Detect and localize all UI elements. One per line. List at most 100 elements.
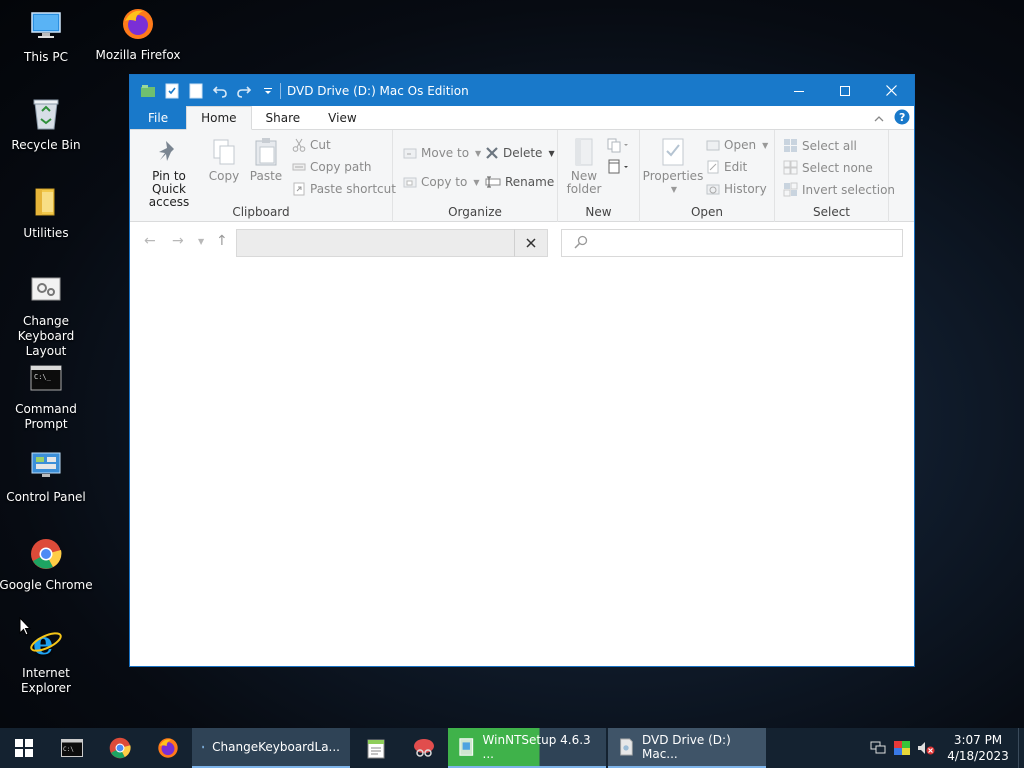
- minimize-button[interactable]: [776, 75, 822, 106]
- copy-path-button[interactable]: Copy path: [292, 160, 372, 174]
- desktop-icon-google-chrome[interactable]: Google Chrome: [0, 536, 94, 593]
- properties-icon[interactable]: [162, 81, 182, 101]
- select-all-button[interactable]: Select all: [783, 138, 857, 153]
- desktop-icon-this-pc[interactable]: This PC: [0, 8, 94, 65]
- address-bar[interactable]: [236, 229, 548, 257]
- clipboard-group: Pin to Quick access Copy Paste Cut Copy …: [130, 130, 396, 222]
- properties-button[interactable]: Properties ▼: [643, 136, 703, 196]
- copy-to-icon: [403, 177, 417, 188]
- new-folder-icon[interactable]: [186, 81, 206, 101]
- taskbar-snipping-tool[interactable]: [400, 728, 448, 768]
- back-arrow-icon[interactable]: ←: [144, 233, 156, 249]
- desktop-icon-firefox[interactable]: Mozilla Firefox: [90, 6, 186, 63]
- close-small-icon: [526, 238, 536, 248]
- keyboard-settings-icon: [28, 272, 64, 308]
- desktop-icon-internet-explorer[interactable]: e Internet Explorer: [0, 624, 94, 696]
- help-icon[interactable]: ?: [894, 109, 910, 128]
- invert-selection-button[interactable]: Invert selection: [783, 182, 895, 197]
- svg-text:C:\: C:\: [63, 746, 74, 753]
- volume-muted-icon[interactable]: [914, 728, 938, 768]
- desktop-icon-utilities[interactable]: Utilities: [0, 184, 94, 241]
- select-group: Select all Select none Invert selection …: [775, 130, 895, 222]
- stop-loading-button[interactable]: [514, 229, 548, 257]
- delete-button[interactable]: Delete ▼: [485, 146, 555, 160]
- copy-button[interactable]: Copy: [206, 136, 242, 183]
- new-folder-button[interactable]: New folder: [564, 136, 604, 196]
- move-to-button[interactable]: Move to ▼: [403, 146, 481, 160]
- history-button[interactable]: History: [706, 182, 767, 196]
- new-group: New folder New: [558, 130, 640, 222]
- open-group: Properties ▼ Open ▼ Edit History Open: [640, 130, 775, 222]
- tab-file[interactable]: File: [130, 106, 187, 129]
- redo-icon[interactable]: [234, 81, 254, 101]
- snipping-tool-icon: [414, 739, 434, 757]
- recent-locations-chevron-icon[interactable]: ▼: [198, 237, 204, 246]
- up-arrow-icon[interactable]: ↑: [216, 233, 228, 249]
- collapse-ribbon-icon[interactable]: [874, 112, 884, 126]
- paste-shortcut-button[interactable]: Paste shortcut: [292, 182, 396, 196]
- customize-toolbar-chevron-icon[interactable]: [258, 81, 278, 101]
- open-group-label: Open: [690, 205, 724, 219]
- minimize-icon: [794, 90, 804, 92]
- tab-view[interactable]: View: [314, 106, 370, 129]
- file-explorer-window[interactable]: DVD Drive (D:) Mac Os Edition File Home …: [129, 74, 915, 667]
- taskbar-clock[interactable]: 3:07 PM 4/18/2023: [938, 732, 1018, 764]
- cut-button[interactable]: Cut: [292, 138, 331, 152]
- tab-home[interactable]: Home: [186, 106, 252, 130]
- tab-share[interactable]: Share: [252, 106, 315, 129]
- clock-time: 3:07 PM: [953, 733, 1003, 747]
- title-bar[interactable]: DVD Drive (D:) Mac Os Edition: [130, 75, 914, 106]
- taskbar-app-winntsetup[interactable]: WinNTSetup 4.6.3 ...: [448, 728, 606, 768]
- pin-icon: [154, 136, 184, 168]
- svg-text:C:\_: C:\_: [34, 373, 52, 381]
- select-none-button[interactable]: Select none: [783, 160, 873, 175]
- taskbar-chrome[interactable]: [96, 728, 144, 768]
- taskbar-app-change-keyboard-layout[interactable]: ChangeKeyboardLa...: [192, 728, 350, 768]
- edit-button[interactable]: Edit: [706, 160, 747, 174]
- scissors-icon: [292, 138, 306, 152]
- undo-icon[interactable]: [210, 81, 230, 101]
- organize-group: Move to ▼ Copy to ▼ Delete ▼ Rename Organiz…: [393, 130, 558, 222]
- desktop-icon-change-keyboard-layout[interactable]: Change Keyboard Layout: [0, 272, 94, 359]
- desktop-icon-recycle-bin[interactable]: Recycle Bin: [0, 96, 94, 153]
- show-desktop-button[interactable]: [1018, 728, 1024, 768]
- close-button[interactable]: [868, 75, 914, 106]
- clipboard-group-label: Clipboard: [232, 205, 290, 219]
- control-panel-icon: [28, 448, 64, 484]
- select-none-icon: [783, 160, 798, 175]
- search-box[interactable]: [561, 229, 903, 257]
- easy-access-button[interactable]: [606, 158, 630, 176]
- mouse-cursor-icon: [19, 617, 31, 636]
- chrome-icon: [28, 536, 64, 572]
- firefox-icon: [158, 738, 178, 758]
- open-icon: [706, 140, 720, 151]
- taskbar-command-prompt[interactable]: C:\: [48, 728, 96, 768]
- new-item-button[interactable]: [606, 136, 630, 154]
- edit-icon: [707, 160, 719, 174]
- organize-group-label: Organize: [448, 205, 502, 219]
- easy-access-icon: [608, 159, 628, 174]
- system-tray: 3:07 PM 4/18/2023: [866, 728, 1024, 768]
- rename-button[interactable]: Rename: [485, 175, 554, 189]
- maximize-button[interactable]: [822, 75, 868, 106]
- copy-to-button[interactable]: Copy to ▼: [403, 175, 479, 189]
- clock-date: 4/18/2023: [947, 749, 1009, 763]
- new-item-icon: [607, 138, 628, 153]
- start-button[interactable]: [0, 728, 48, 768]
- invert-selection-icon: [783, 182, 798, 197]
- desktop-icon-command-prompt[interactable]: C:\_ Command Prompt: [0, 360, 94, 432]
- network-icon[interactable]: [866, 728, 890, 768]
- taskbar-app-dvd-drive[interactable]: DVD Drive (D:) Mac...: [608, 728, 766, 768]
- desktop-icon-control-panel[interactable]: Control Panel: [0, 448, 94, 505]
- file-list-area[interactable]: [130, 263, 914, 666]
- forward-arrow-icon[interactable]: →: [172, 233, 184, 249]
- copy-path-icon: [292, 163, 306, 171]
- disc-drive-icon: [620, 738, 633, 756]
- paste-button[interactable]: Paste: [248, 136, 284, 183]
- pin-to-quick-access-button[interactable]: Pin to Quick access: [136, 136, 202, 209]
- display-color-icon[interactable]: [890, 728, 914, 768]
- open-button[interactable]: Open ▼: [706, 138, 768, 152]
- taskbar-firefox[interactable]: [144, 728, 192, 768]
- taskbar-notepad-plus[interactable]: [352, 728, 400, 768]
- folder-icon: [28, 184, 64, 220]
